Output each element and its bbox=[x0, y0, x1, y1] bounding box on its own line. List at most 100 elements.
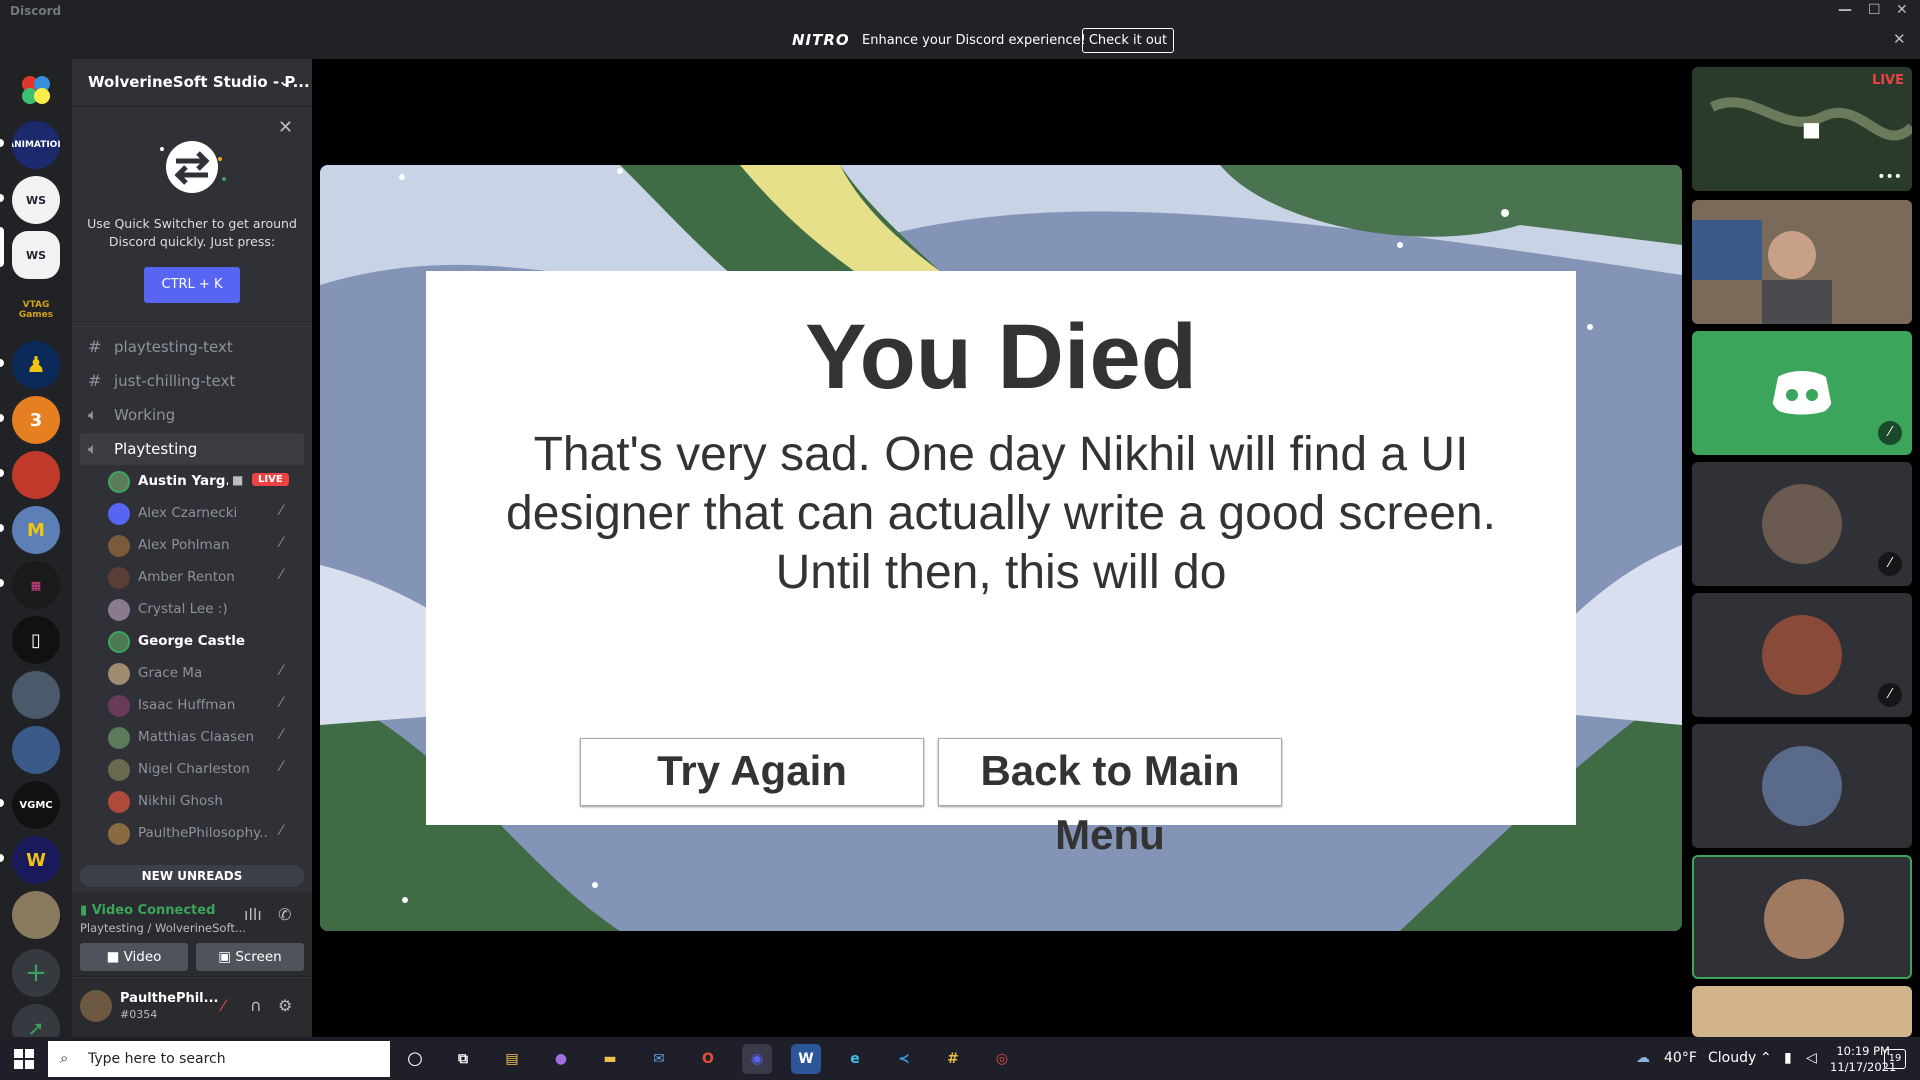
server-icon-wolverinesoft-studio[interactable]: WS bbox=[12, 231, 60, 279]
try-again-button[interactable]: Try Again bbox=[580, 738, 924, 806]
close-window-icon[interactable]: ✕ bbox=[1896, 2, 1908, 18]
title-bar: Discord — ☐ ✕ bbox=[0, 0, 1920, 22]
server-header[interactable]: WolverineSoft Studio - P... ⌄ bbox=[72, 59, 312, 107]
server-icon-yellow-m[interactable]: M bbox=[12, 506, 60, 554]
server-list: ANIMATION WS WS VTAG Games ♟ 3 M ▦ ▯ VGM… bbox=[0, 59, 72, 1052]
participant-tile[interactable] bbox=[1692, 724, 1912, 848]
server-icon-vehicle[interactable] bbox=[12, 671, 60, 719]
nitro-banner: NITRO Enhance your Discord experience! C… bbox=[0, 22, 1920, 59]
slack-icon[interactable]: # bbox=[938, 1044, 968, 1074]
voice-location[interactable]: Playtesting / WolverineSoft... bbox=[80, 921, 246, 935]
noise-suppression-icon[interactable]: ıllı bbox=[244, 905, 262, 924]
maximize-icon[interactable]: ☐ bbox=[1868, 2, 1881, 18]
voice-member[interactable]: Alex Pohlman ⁄ bbox=[108, 531, 304, 561]
channel-just-chilling-text[interactable]: # just-chilling-text bbox=[80, 365, 304, 397]
windows-start-icon[interactable] bbox=[14, 1049, 34, 1069]
search-input[interactable]: Type here to search bbox=[88, 1051, 226, 1067]
new-unreads-button[interactable]: NEW UNREADS bbox=[80, 865, 304, 887]
server-icon-red[interactable] bbox=[12, 451, 60, 499]
channel-playtesting[interactable]: 🔈︎ Playtesting bbox=[80, 433, 304, 465]
switch-arrows-icon bbox=[160, 141, 226, 193]
weather-text[interactable]: Cloudy bbox=[1708, 1050, 1756, 1066]
server-icon-1[interactable] bbox=[12, 66, 60, 114]
voice-member[interactable]: Crystal Lee :) bbox=[108, 595, 304, 625]
check-it-out-button[interactable]: Check it out bbox=[1082, 28, 1174, 53]
minimize-icon[interactable]: — bbox=[1838, 2, 1852, 18]
participant-tile[interactable] bbox=[1692, 986, 1912, 1037]
screen-share-button[interactable]: ▣ Screen bbox=[196, 943, 304, 971]
tip-text: Use Quick Switcher to get around Discord… bbox=[87, 216, 297, 249]
close-banner-icon[interactable]: ✕ bbox=[1893, 30, 1906, 48]
server-icon-landscape[interactable] bbox=[12, 726, 60, 774]
server-icon-chess[interactable]: ♟ bbox=[12, 341, 60, 389]
avatar bbox=[108, 567, 130, 589]
voice-member[interactable]: Nikhil Ghosh bbox=[108, 787, 304, 817]
mic-muted-icon: ⁄ bbox=[280, 759, 283, 775]
headphones-icon[interactable]: ∩ bbox=[250, 996, 262, 1015]
participant-tile[interactable] bbox=[1692, 855, 1912, 979]
username: PaulthePhil... bbox=[120, 991, 219, 1006]
edge-icon[interactable]: e bbox=[840, 1044, 870, 1074]
server-icon-arcade[interactable]: ▦ bbox=[12, 561, 60, 609]
notifications-badge[interactable]: 19 bbox=[1884, 1049, 1906, 1069]
file-explorer-icon[interactable]: ▬ bbox=[595, 1044, 625, 1074]
discord-taskbar-icon[interactable]: ◉ bbox=[742, 1044, 772, 1074]
channel-playtesting-text[interactable]: # playtesting-text bbox=[80, 331, 304, 363]
gear-icon[interactable]: ⚙ bbox=[278, 996, 292, 1015]
chevron-down-icon: ⌄ bbox=[278, 71, 292, 90]
stream-tile[interactable]: LIVE ■ ••• bbox=[1692, 67, 1912, 191]
voice-member[interactable]: Isaac Huffman ⁄ bbox=[108, 691, 304, 721]
server-icon-vgmc[interactable]: VGMC bbox=[12, 781, 60, 829]
disconnect-icon[interactable]: ✆ bbox=[278, 905, 291, 924]
voice-member[interactable]: George Castle bbox=[108, 627, 304, 657]
voice-member[interactable]: Nigel Charleston ⁄ bbox=[108, 755, 304, 785]
participant-tile[interactable]: ⁄ bbox=[1692, 331, 1912, 455]
server-icon-orange[interactable]: 3 bbox=[12, 396, 60, 444]
voice-member[interactable]: PaulthePhilosophy... ⁄ bbox=[108, 819, 304, 849]
voice-member[interactable]: Amber Renton ⁄ bbox=[108, 563, 304, 593]
voice-member[interactable]: Alex Czarnecki ⁄ bbox=[108, 499, 304, 529]
word-icon[interactable]: W bbox=[791, 1044, 821, 1074]
voice-member[interactable]: Grace Ma ⁄ bbox=[108, 659, 304, 689]
main-menu-button[interactable]: Back to Main Menu bbox=[938, 738, 1282, 858]
microphone-icon[interactable]: ▮ bbox=[1784, 1050, 1792, 1066]
video-tile[interactable] bbox=[1692, 200, 1912, 324]
speaker-icon[interactable]: ◁ bbox=[1806, 1050, 1817, 1066]
taskbar: ⌕ Type here to search ○ ⧉ ▤ ● ▬ ✉ O ◉ W … bbox=[0, 1037, 1920, 1080]
channel-working[interactable]: 🔈︎ Working bbox=[80, 399, 304, 431]
store-icon[interactable]: ▤ bbox=[497, 1044, 527, 1074]
mic-muted-icon: ⁄ bbox=[280, 727, 283, 743]
task-view-icon[interactable]: ⧉ bbox=[448, 1044, 478, 1074]
office-icon[interactable]: O bbox=[693, 1044, 723, 1074]
voice-member[interactable]: Matthias Claasen ⁄ bbox=[108, 723, 304, 753]
voice-member[interactable]: Austin Yarg... ■ LIVE bbox=[108, 467, 304, 497]
mail-icon[interactable]: ✉ bbox=[644, 1044, 674, 1074]
more-options-icon[interactable]: ••• bbox=[1877, 169, 1902, 185]
chevron-up-icon[interactable]: ⌃ bbox=[1760, 1050, 1772, 1066]
close-tip-icon[interactable]: ✕ bbox=[278, 117, 293, 138]
user-tag: #0354 bbox=[120, 1008, 158, 1021]
vscode-icon[interactable]: ≺ bbox=[889, 1044, 919, 1074]
temperature[interactable]: 40°F bbox=[1664, 1050, 1697, 1066]
server-icon-black[interactable]: ▯ bbox=[12, 616, 60, 664]
server-icon-vtag-games[interactable]: VTAG Games bbox=[12, 286, 60, 334]
server-icon-photo[interactable] bbox=[12, 891, 60, 939]
mic-muted-icon[interactable]: ⁄ bbox=[222, 996, 225, 1015]
avatar bbox=[108, 471, 130, 493]
server-icon-animation-club[interactable]: ANIMATION bbox=[12, 121, 60, 169]
hash-icon: # bbox=[88, 337, 102, 356]
add-server-icon[interactable]: + bbox=[12, 949, 60, 997]
video-button[interactable]: ■ Video bbox=[80, 943, 188, 971]
server-icon-w[interactable]: W bbox=[12, 836, 60, 884]
chrome-icon[interactable]: ◎ bbox=[987, 1044, 1017, 1074]
shortcut-button[interactable]: CTRL + K bbox=[144, 267, 240, 303]
cortana-icon[interactable]: ○ bbox=[400, 1044, 430, 1074]
avatar[interactable] bbox=[80, 990, 112, 1022]
game-stream[interactable]: You Died That's very sad. One day Nikhil… bbox=[320, 165, 1682, 931]
taskbar-search[interactable]: ⌕ Type here to search bbox=[48, 1041, 390, 1077]
app-icon-purple[interactable]: ● bbox=[546, 1044, 576, 1074]
participant-tile[interactable]: ⁄ bbox=[1692, 593, 1912, 717]
participant-tile[interactable]: ⁄ bbox=[1692, 462, 1912, 586]
server-icon-wolverinesoft[interactable]: WS bbox=[12, 176, 60, 224]
nitro-message: Enhance your Discord experience! bbox=[862, 33, 1086, 48]
